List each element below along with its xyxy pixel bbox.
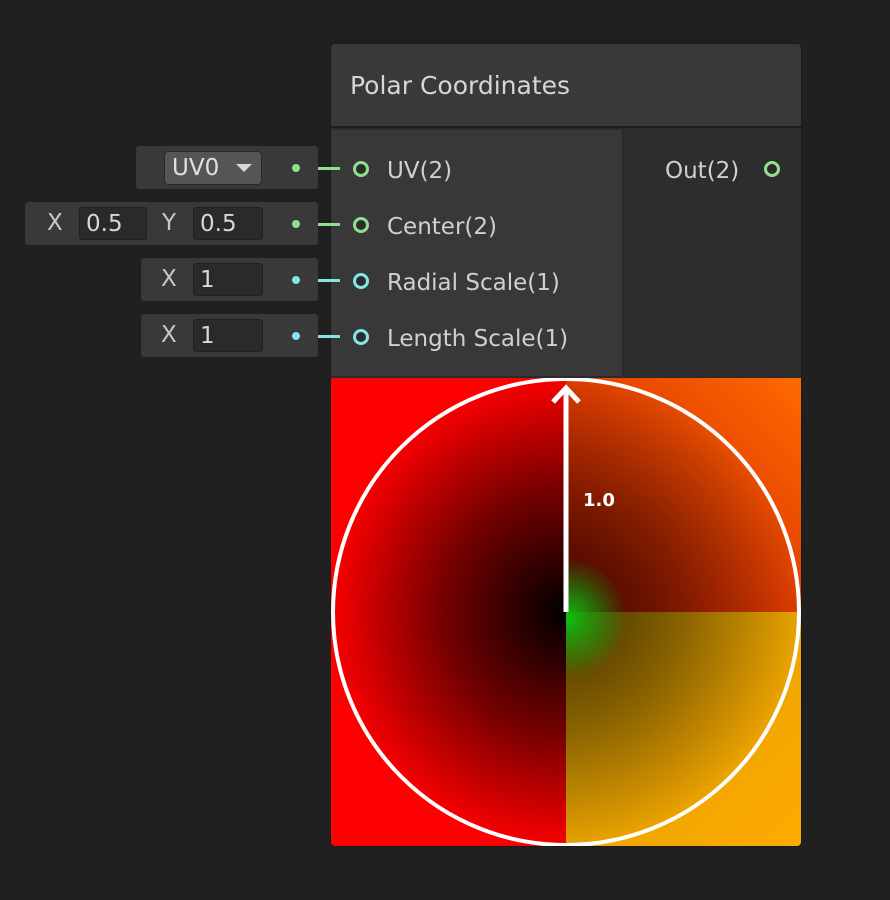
node-title: Polar Coordinates xyxy=(350,71,571,100)
uv-input-label: UV(2) xyxy=(387,158,453,184)
uv-channel-value: UV0 xyxy=(172,155,220,181)
center-x-label: X xyxy=(47,210,63,236)
center-field-connector-dot xyxy=(292,220,300,228)
center-field: X 0.5 Y 0.5 xyxy=(25,202,318,245)
out-output-label: Out(2) xyxy=(665,158,740,184)
center-y-input[interactable]: 0.5 xyxy=(193,207,263,240)
center-input-label: Center(2) xyxy=(387,214,497,240)
radial-scale-x-label: X xyxy=(161,266,177,292)
uv-channel-dropdown[interactable]: UV0 xyxy=(164,151,262,185)
length-scale-input-label: Length Scale(1) xyxy=(387,326,569,352)
center-y-label: Y xyxy=(162,210,177,236)
length-scale-field-connector-dot xyxy=(292,332,300,340)
length-scale-field: X 1 xyxy=(141,314,318,357)
polar-preview-image: 1.0 xyxy=(331,377,801,846)
inputs-panel: UV(2) Center(2) Radial Scale(1) Length S… xyxy=(331,130,622,376)
length-scale-x-label: X xyxy=(161,322,177,348)
outputs-panel: Out(2) xyxy=(624,130,801,376)
radial-scale-input-label: Radial Scale(1) xyxy=(387,270,560,296)
radius-label: 1.0 xyxy=(583,490,615,511)
radial-scale-field: X 1 xyxy=(141,258,318,301)
radial-scale-x-input[interactable]: 1 xyxy=(193,263,263,296)
node-preview: 1.0 xyxy=(331,377,801,846)
uv-field: UV0 xyxy=(136,146,318,189)
uv-field-connector-dot xyxy=(292,164,300,172)
polar-coordinates-node[interactable]: Polar Coordinates UV(2) Center(2) Radial… xyxy=(331,44,801,846)
uv-input-port[interactable] xyxy=(353,161,369,177)
center-x-input[interactable]: 0.5 xyxy=(79,207,147,240)
length-scale-input-port[interactable] xyxy=(353,329,369,345)
length-scale-x-input[interactable]: 1 xyxy=(193,319,263,352)
center-input-port[interactable] xyxy=(353,217,369,233)
chevron-down-icon xyxy=(236,164,252,172)
radial-scale-input-port[interactable] xyxy=(353,273,369,289)
out-output-port[interactable] xyxy=(764,161,780,177)
radial-scale-field-connector-dot xyxy=(292,276,300,284)
node-title-bar[interactable]: Polar Coordinates xyxy=(331,44,801,128)
